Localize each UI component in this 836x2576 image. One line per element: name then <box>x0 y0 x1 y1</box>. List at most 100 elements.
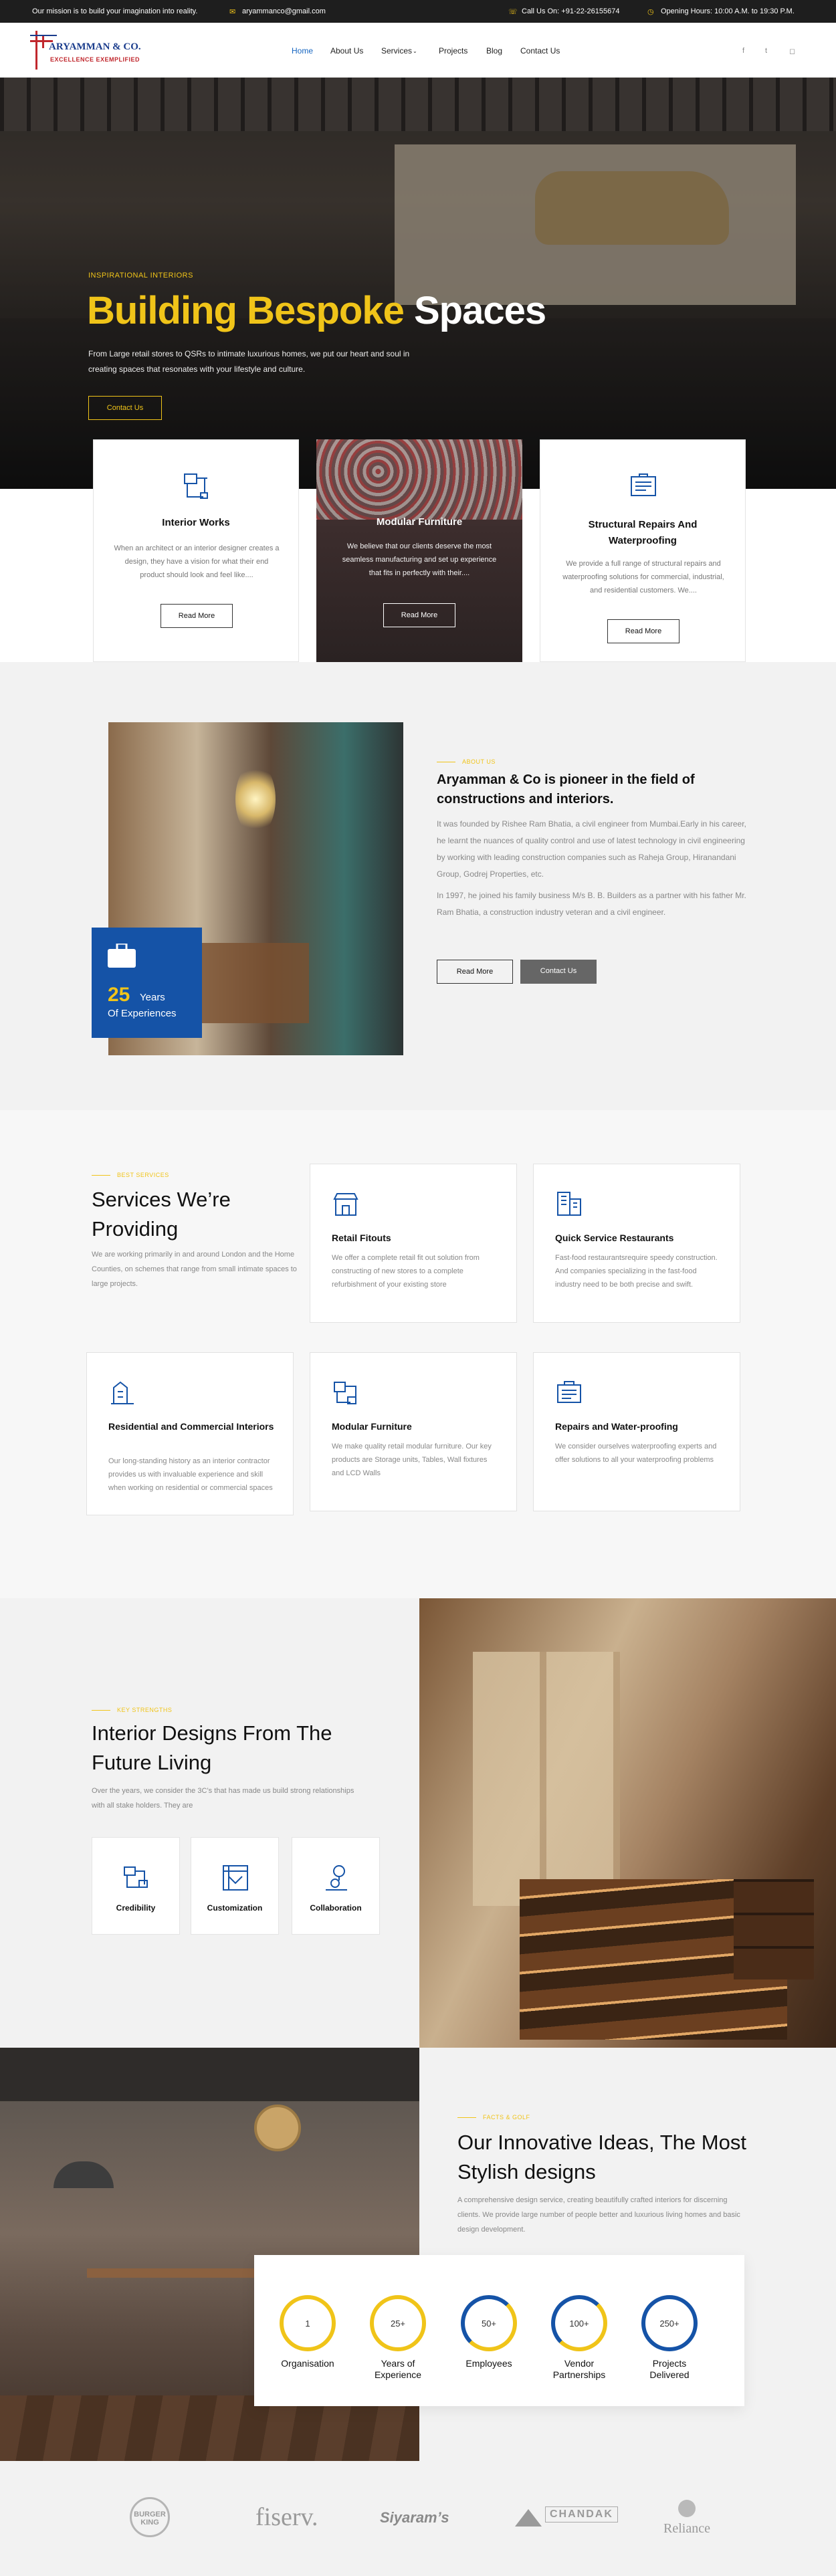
service-box-repairs-waterproofing[interactable]: Repairs and Water-proofing We consider o… <box>533 1352 740 1511</box>
reliance-logo-mark <box>678 2500 696 2517</box>
feature-card-interior-works[interactable]: Interior Works When an architect or an i… <box>93 439 299 662</box>
nav-blog[interactable]: Blog <box>486 46 502 56</box>
stat-label: Employees <box>465 2358 512 2369</box>
service-title: Retail Fitouts <box>332 1232 391 1243</box>
stat-label: Projects Delivered <box>649 2358 690 2380</box>
repair-icon <box>631 473 656 496</box>
furniture-icon <box>334 1382 356 1404</box>
service-title: Repairs and Water-proofing <box>555 1421 678 1432</box>
wall-clock-graphic <box>254 2105 301 2151</box>
innovation-text: A comprehensive design service, creating… <box>457 2196 740 2234</box>
stat-ring: 100+ <box>551 2295 607 2351</box>
email-link[interactable]: aryammanco@gmail.com <box>242 7 326 15</box>
client-logo-siyarams: Siyaram’s <box>380 2509 449 2526</box>
hero-contact-button[interactable]: Contact Us <box>88 396 162 420</box>
card-title: Structural Repairs And Waterproofing <box>588 519 698 546</box>
construction-icon <box>111 1381 134 1404</box>
stat-ring: 1 <box>280 2295 336 2351</box>
hours-text: Opening Hours: 10:00 A.M. to 19:30 P.M. <box>661 7 795 15</box>
service-box-retail-fitouts[interactable]: Retail Fitouts We offer a complete retai… <box>310 1164 517 1323</box>
phone-text: Call Us On: +91-22-26155674 <box>522 7 620 15</box>
hero-kicker: INSPIRATIONAL INTERIORS <box>88 272 193 280</box>
service-box-modular-furniture[interactable]: Modular Furniture We make quality retail… <box>310 1352 517 1511</box>
service-text: We offer a complete retail fit out solut… <box>332 1254 480 1289</box>
stat-label: Years of Experience <box>374 2358 422 2380</box>
strength-card-customization: Customization <box>191 1837 279 1935</box>
service-box-residential-commercial[interactable]: Residential and Commercial Interiors Our… <box>86 1352 294 1515</box>
ceiling-graphic <box>0 2048 419 2101</box>
stat-experience: 25+ Years of Experience <box>361 2295 435 2381</box>
experience-badge: 25 Years Of Experiences <box>92 928 202 1038</box>
hero-text: From Large retail stores to QSRs to inti… <box>88 349 410 374</box>
clock-icon: ◷ <box>647 8 654 16</box>
top-bar: Our mission is to build your imagination… <box>0 0 836 23</box>
blueprint-icon <box>223 1865 248 1891</box>
read-more-button[interactable]: Read More <box>607 619 680 643</box>
client-logo-reliance: Reliance <box>663 2521 710 2536</box>
experience-label-years: Years <box>140 992 165 1003</box>
instagram-icon[interactable]: ◻ <box>789 47 795 56</box>
about-paragraph-2: In 1997, he joined his family business M… <box>437 891 746 917</box>
service-title: Residential and Commercial Interiors <box>108 1421 274 1432</box>
hero-overlay <box>0 78 836 489</box>
services-title: Services We’re Providing <box>92 1188 231 1241</box>
stat-vendor-partnerships: 100+ Vendor Partnerships <box>542 2295 616 2381</box>
read-more-button[interactable]: Read More <box>383 603 455 627</box>
stats-panel: 1 Organisation 25+ Years of Experience 50… <box>254 2255 744 2406</box>
nav-contact[interactable]: Contact Us <box>520 46 560 56</box>
stat-projects-delivered: 250+ Projects Delivered <box>633 2295 706 2381</box>
twitter-icon[interactable]: t <box>765 47 767 55</box>
strengths-title: Interior Designs From The Future Living <box>92 1721 332 1774</box>
experience-number: 25 <box>108 984 130 1006</box>
about-contact-button[interactable]: Contact Us <box>520 960 597 984</box>
innovation-kicker: FACTS & GOLF <box>457 2114 530 2121</box>
team-icon <box>326 1865 347 1891</box>
facebook-icon[interactable]: f <box>742 47 744 55</box>
card-text: We believe that our clients deserve the … <box>342 542 497 577</box>
logo-name: ARYAMMAN & CO. <box>49 41 141 52</box>
feature-card-structural-repairs[interactable]: Structural Repairs And Waterproofing We … <box>540 439 746 662</box>
handshake-icon <box>124 1866 148 1888</box>
clients-strip: BURGER KING fiserv. Siyaram’s CHANDAK Re… <box>0 2461 836 2576</box>
feature-card-modular-furniture[interactable]: Modular Furniture We believe that our cl… <box>316 439 522 662</box>
about-read-more-button[interactable]: Read More <box>437 960 513 984</box>
logo[interactable]: ARYAMMAN & CO. EXCELLENCE EXEMPLIFIED <box>30 31 141 71</box>
stat-employees: 50+ Employees <box>452 2295 526 2369</box>
building-icon <box>557 1192 581 1216</box>
services-kicker: BEST SERVICES <box>92 1172 169 1178</box>
services-section: BEST SERVICES Services We’re Providing W… <box>0 1110 836 1598</box>
crane-icon <box>184 473 208 499</box>
card-title: Interior Works <box>162 517 230 528</box>
strength-label: Collaboration <box>310 1903 362 1913</box>
strength-card-collaboration: Collaboration <box>292 1837 380 1935</box>
service-box-quick-service-restaurants[interactable]: Quick Service Restaurants Fast-food rest… <box>533 1164 740 1323</box>
mail-icon: ✉ <box>229 8 236 16</box>
dining-table-graphic <box>202 943 309 1023</box>
nav-about[interactable]: About Us <box>330 46 363 56</box>
client-logo-chandak: CHANDAK <box>545 2506 618 2523</box>
nav-projects[interactable]: Projects <box>439 46 467 56</box>
innovation-title: Our Innovative Ideas, The Most Stylish d… <box>457 2131 746 2183</box>
briefcase-icon <box>108 944 136 968</box>
hero-title: Building Bespoke Spaces <box>87 289 546 332</box>
strengths-text: Over the years, we consider the 3C’s tha… <box>92 1787 354 1810</box>
about-title: Aryamman & Co is pioneer in the field of… <box>437 772 695 807</box>
phone-icon: ☏ <box>508 8 518 16</box>
stat-ring: 25+ <box>370 2295 426 2351</box>
experience-label: Of Experiences <box>108 1008 177 1019</box>
hero-section: INSPIRATIONAL INTERIORS Building Bespoke… <box>0 78 836 489</box>
chandak-mountain-icon <box>515 2509 542 2527</box>
nav-home[interactable]: Home <box>292 46 313 56</box>
strength-label: Customization <box>207 1903 263 1913</box>
nav-services[interactable]: Services <box>381 46 412 56</box>
about-section: 25 Years Of Experiences ABOUT US Aryamma… <box>0 662 836 1110</box>
client-logo-burger-king: BURGER KING <box>134 2510 166 2527</box>
site-header: ARYAMMAN & CO. EXCELLENCE EXEMPLIFIED Ho… <box>0 23 836 78</box>
stat-label: Organisation <box>281 2358 334 2369</box>
flowers-graphic <box>316 439 522 520</box>
services-intro: We are working primarily in and around L… <box>92 1251 297 1288</box>
service-title: Quick Service Restaurants <box>555 1232 674 1243</box>
stat-ring: 50+ <box>461 2295 517 2351</box>
chandelier-graphic <box>235 762 276 836</box>
read-more-button[interactable]: Read More <box>161 604 233 628</box>
